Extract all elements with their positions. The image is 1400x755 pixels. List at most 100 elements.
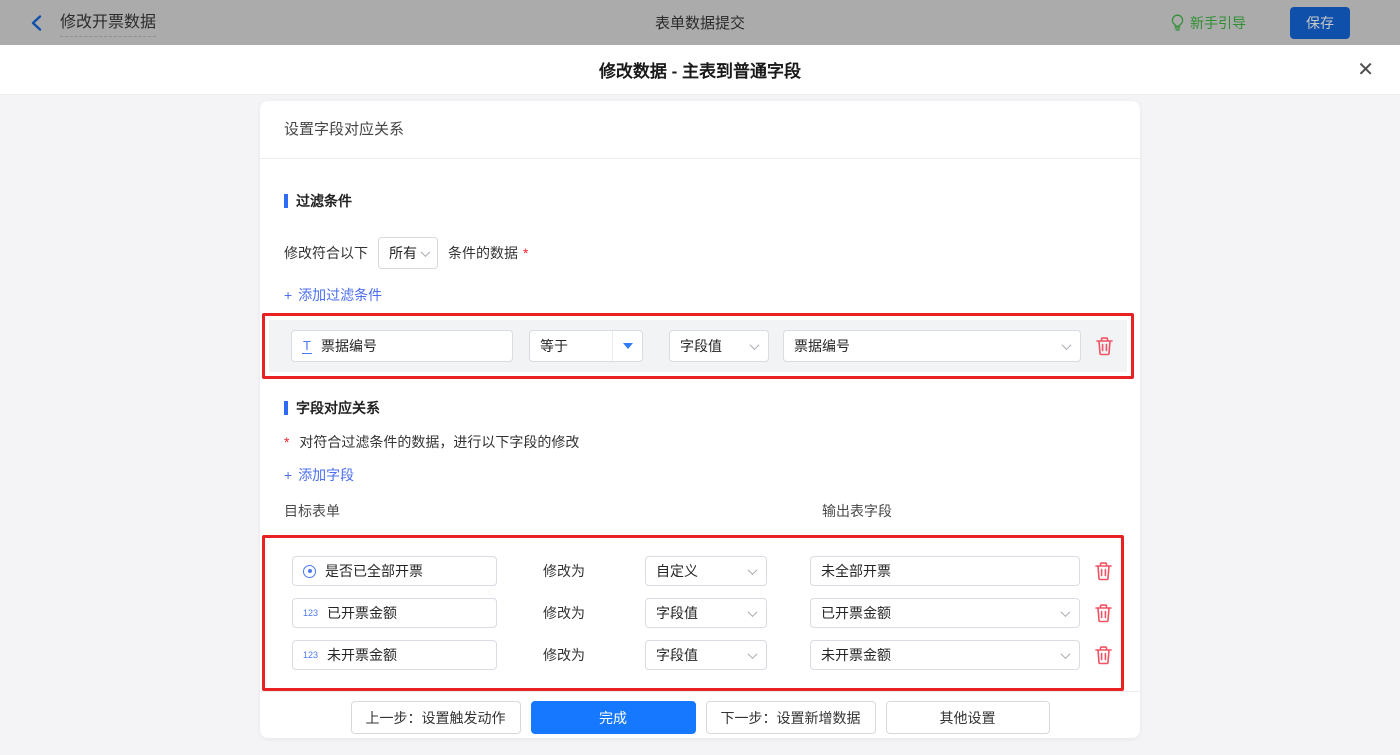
chevron-down-icon (749, 339, 760, 350)
required-asterisk: * (523, 245, 529, 261)
modify-type-value: 自定义 (656, 563, 698, 579)
chevron-down-icon (420, 246, 431, 257)
delete-row-button[interactable] (1094, 603, 1113, 623)
output-field-column-label: 输出表字段 (822, 503, 892, 519)
required-asterisk: * (284, 434, 290, 450)
chevron-down-icon (1060, 648, 1071, 659)
mapping-row: 是否已全部开票 修改为 自定义 未全部开票 (292, 556, 1121, 586)
operator-caret-segment[interactable] (612, 331, 642, 361)
filter-value-select[interactable]: 票据编号 (783, 330, 1081, 362)
filter-field-value: 票据编号 (320, 338, 377, 354)
topbar: 修改开票数据 表单数据提交 新手引导 保存 (0, 0, 1400, 45)
target-field-select[interactable]: 123 未开票金额 (292, 640, 497, 670)
other-settings-button[interactable]: 其他设置 (885, 701, 1050, 734)
chevron-down-icon (1060, 606, 1071, 617)
target-form-column-label: 目标表单 (284, 503, 340, 519)
modal-title: 修改数据 - 主表到普通字段 (598, 62, 802, 81)
modify-to-label: 修改为 (543, 563, 585, 579)
chevron-down-icon (747, 606, 758, 617)
lightbulb-icon (1171, 14, 1184, 31)
custom-value-input[interactable]: 未全部开票 (810, 556, 1080, 586)
modal-header: 修改数据 - 主表到普通字段 ✕ (0, 45, 1400, 95)
text-field-icon: T (302, 337, 312, 354)
plus-icon: + (284, 467, 293, 483)
trash-icon (1095, 604, 1112, 623)
prev-step-button[interactable]: 上一步：设置触发动作 (350, 701, 521, 734)
mapping-hint: * 对符合过滤条件的数据，进行以下字段的修改 (284, 432, 1116, 452)
radio-icon (303, 564, 316, 578)
delete-row-button[interactable] (1094, 645, 1113, 665)
trash-icon (1095, 646, 1112, 665)
target-field-value: 是否已全部开票 (325, 563, 423, 579)
trash-icon (1096, 337, 1113, 356)
flow-title[interactable]: 修改开票数据 (60, 8, 157, 37)
back-arrow-icon[interactable] (28, 14, 46, 32)
filter-annotation-box: T 票据编号 等于 字段值 票据编号 (262, 313, 1134, 379)
chevron-down-icon (747, 564, 758, 575)
filter-field-select[interactable]: T 票据编号 (291, 330, 513, 362)
modify-data-modal: 修改数据 - 主表到普通字段 ✕ 设置字段对应关系 过滤条件 修改符合以下 所有… (0, 45, 1400, 755)
modify-to-label: 修改为 (543, 647, 585, 663)
plus-icon: + (284, 287, 293, 303)
modify-type-select[interactable]: 字段值 (645, 598, 767, 628)
add-filter-condition-link[interactable]: + 添加过滤条件 (284, 285, 382, 305)
section-bar-icon (284, 401, 288, 415)
beginner-guide-button[interactable]: 新手引导 (1170, 13, 1246, 33)
section-bar-icon (284, 194, 288, 208)
card-header-title: 设置字段对应关系 (260, 101, 1140, 159)
output-field-value: 已开票金额 (821, 605, 891, 621)
modify-type-select[interactable]: 字段值 (645, 640, 767, 670)
output-field-select[interactable]: 未开票金额 (810, 640, 1080, 670)
mapping-hint-text: 对符合过滤条件的数据，进行以下字段的修改 (299, 434, 580, 450)
add-field-link[interactable]: + 添加字段 (284, 465, 354, 485)
settings-card: 设置字段对应关系 过滤条件 修改符合以下 所有 条件的数据 * + 添加过滤条件… (260, 101, 1140, 738)
filter-match-line: 修改符合以下 所有 条件的数据 * (284, 237, 1116, 269)
card-footer: 上一步：设置触发动作 完成 下一步：设置新增数据 其他设置 (260, 691, 1140, 741)
delete-condition-button[interactable] (1095, 336, 1114, 356)
modify-to-label: 修改为 (543, 605, 585, 621)
close-icon[interactable]: ✕ (1357, 60, 1374, 80)
match-line-prefix: 修改符合以下 (284, 245, 368, 261)
next-step-button[interactable]: 下一步：设置新增数据 (705, 701, 876, 734)
target-field-value: 已开票金额 (327, 605, 398, 621)
mapping-annotation-box: 是否已全部开票 修改为 自定义 未全部开票 123 已开票金额 修改为 字段值 … (262, 535, 1124, 691)
filter-condition-row: T 票据编号 等于 字段值 票据编号 (269, 320, 1127, 372)
modal-body: 设置字段对应关系 过滤条件 修改符合以下 所有 条件的数据 * + 添加过滤条件… (0, 95, 1400, 755)
custom-value: 未全部开票 (821, 563, 891, 579)
modify-type-select[interactable]: 自定义 (645, 556, 767, 586)
filter-section-label: 过滤条件 (296, 193, 352, 209)
add-field-label: 添加字段 (298, 467, 355, 483)
add-filter-condition-label: 添加过滤条件 (298, 287, 383, 303)
mapping-section-title: 字段对应关系 (284, 398, 1116, 418)
modify-type-value: 字段值 (656, 605, 698, 621)
beginner-guide-label: 新手引导 (1190, 14, 1246, 31)
filter-value: 票据编号 (794, 338, 850, 354)
chevron-down-icon (1061, 339, 1072, 350)
save-button[interactable]: 保存 (1290, 6, 1350, 39)
operator-select[interactable]: 等于 (529, 330, 643, 362)
done-button[interactable]: 完成 (530, 701, 696, 734)
match-mode-select[interactable]: 所有 (378, 237, 438, 269)
number-icon: 123 (303, 608, 319, 618)
mapping-row: 123 未开票金额 修改为 字段值 未开票金额 (292, 640, 1121, 670)
target-field-select[interactable]: 是否已全部开票 (292, 556, 497, 586)
operator-value: 等于 (540, 338, 568, 354)
delete-row-button[interactable] (1094, 561, 1113, 581)
target-field-select[interactable]: 123 已开票金额 (292, 598, 497, 628)
mapping-row: 123 已开票金额 修改为 字段值 已开票金额 (292, 598, 1121, 628)
chevron-down-icon (747, 648, 758, 659)
match-mode-value: 所有 (389, 245, 417, 261)
filter-section-title: 过滤条件 (284, 191, 1116, 211)
match-line-suffix: 条件的数据 (448, 245, 518, 261)
value-type-select[interactable]: 字段值 (669, 330, 769, 362)
number-icon: 123 (303, 650, 319, 660)
modify-type-value: 字段值 (656, 647, 698, 663)
column-labels: 目标表单 输出表字段 (284, 501, 1116, 519)
value-type-value: 字段值 (680, 338, 722, 354)
trash-icon (1095, 562, 1112, 581)
card-content: 过滤条件 修改符合以下 所有 条件的数据 * + 添加过滤条件 T 票据编号 等… (260, 159, 1140, 691)
output-field-value: 未开票金额 (821, 647, 891, 663)
caret-down-icon (622, 343, 633, 349)
output-field-select[interactable]: 已开票金额 (810, 598, 1080, 628)
target-field-value: 未开票金额 (327, 647, 398, 663)
